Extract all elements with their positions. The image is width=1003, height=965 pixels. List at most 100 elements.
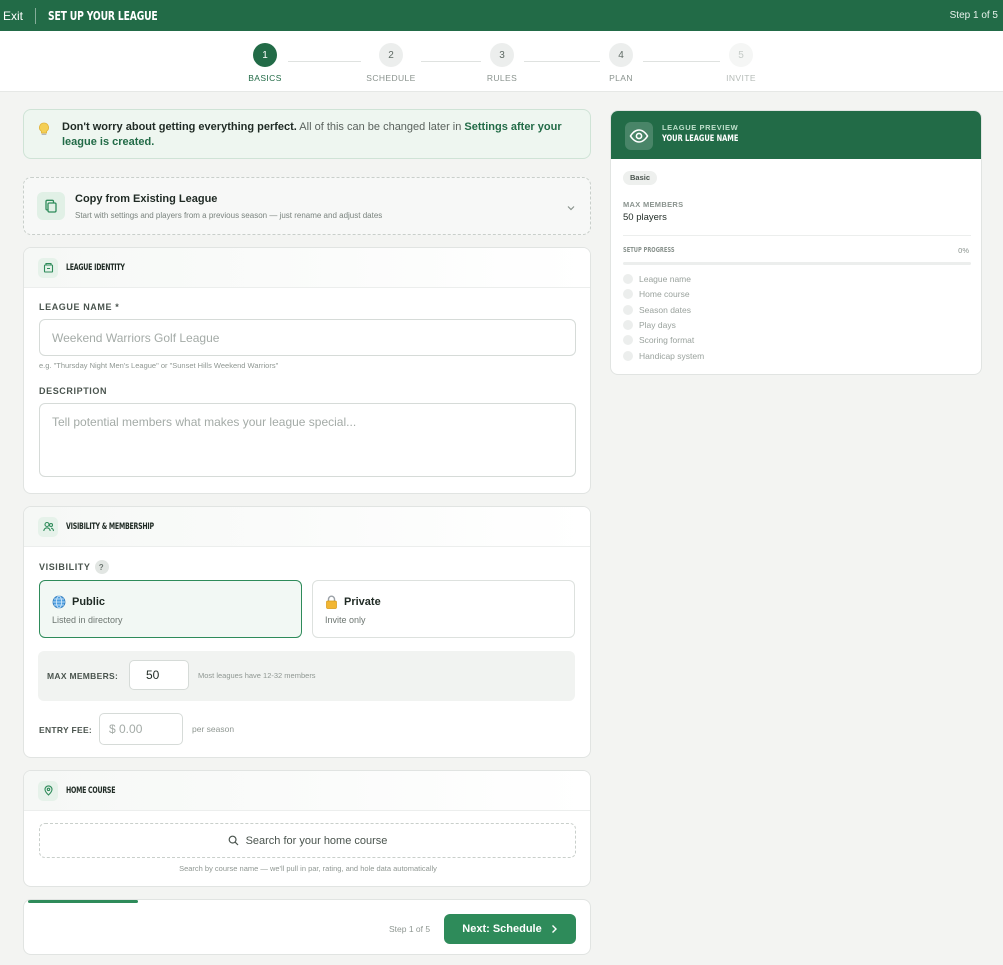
home-course-card: HOME COURSE Search for your home course … [23, 770, 591, 887]
stepper-connector [524, 61, 600, 62]
league-identity-card: LEAGUE IDENTITY LEAGUE NAME * Weekend Wa… [23, 247, 591, 494]
entry-fee-suffix: per season [192, 724, 235, 734]
step-number: 4 [609, 43, 633, 67]
tip-text: Don't worry about getting everything per… [62, 120, 582, 150]
visibility-public-option[interactable]: Public Listed in directory [39, 580, 302, 638]
eye-icon [625, 122, 653, 150]
max-members-input[interactable]: 50 [129, 660, 189, 690]
league-preview-panel: LEAGUE PREVIEW YOUR LEAGUE NAME Basic MA… [610, 110, 982, 375]
users-icon [38, 516, 58, 537]
league-name-hint: e.g. "Thursday Night Men's League" or "S… [39, 361, 279, 370]
setup-progress-label: SETUP PROGRESS [623, 246, 675, 254]
search-icon [228, 835, 238, 846]
building-icon [38, 257, 58, 278]
checklist-label: League name [639, 274, 691, 284]
stepper-connector [643, 61, 720, 62]
preview-kicker: LEAGUE PREVIEW [662, 123, 739, 132]
wizard-stepper: 1 BASICS 2 SCHEDULE 3 RULES 4 PLAN 5 INV… [0, 31, 1003, 92]
home-course-search[interactable]: Search for your home course [39, 823, 576, 858]
step-label: BASICS [248, 73, 282, 83]
checklist-item: League name [623, 274, 691, 284]
step-invite: 5 INVITE [711, 43, 771, 83]
chevron-right-icon [551, 925, 557, 933]
description-textarea[interactable]: Tell potential members what makes your l… [39, 403, 576, 477]
lightbulb-icon [38, 122, 50, 140]
checklist-dot [623, 305, 633, 315]
copy-subtitle: Start with settings and players from a p… [75, 211, 383, 220]
step-label: RULES [486, 73, 518, 83]
step-label: INVITE [726, 73, 756, 83]
step-label: PLAN [609, 73, 633, 83]
visibility-label-text: VISIBILITY [39, 562, 91, 572]
copy-existing-league[interactable]: Copy from Existing League Start with set… [23, 177, 591, 235]
visibility-label: VISIBILITY ? [39, 560, 109, 574]
next-schedule-button[interactable]: Next: Schedule [444, 914, 576, 944]
visibility-membership-card: VISIBILITY & MEMBERSHIP VISIBILITY ? Pub… [23, 506, 591, 758]
step-rules[interactable]: 3 RULES [472, 43, 532, 83]
preview-league-name: YOUR LEAGUE NAME [662, 134, 739, 144]
top-bar: Exit SET UP YOUR LEAGUE Step 1 of 5 [0, 0, 1003, 31]
checklist-dot [623, 335, 633, 345]
wizard-footer: Step 1 of 5 Next: Schedule [23, 899, 591, 955]
tip-body: All of this can be changed later in [296, 121, 465, 133]
stepper-connector [288, 61, 361, 62]
checklist-dot [623, 289, 633, 299]
checklist-dot [623, 274, 633, 284]
step-label: SCHEDULE [366, 73, 416, 83]
checklist-dot [623, 320, 633, 330]
step-plan[interactable]: 4 PLAN [591, 43, 651, 83]
step-number: 1 [253, 43, 277, 67]
visibility-private-option[interactable]: Private Invite only [312, 580, 575, 638]
checklist-label: Season dates [639, 305, 691, 315]
footer-step-text: Step 1 of 5 [389, 924, 431, 934]
option-subtitle: Listed in directory [52, 615, 123, 625]
option-subtitle: Invite only [325, 615, 366, 625]
step-schedule[interactable]: 2 SCHEDULE [361, 43, 421, 83]
wizard-progress-bar [28, 900, 138, 903]
checklist-label: Handicap system [639, 351, 705, 361]
exit-button[interactable]: Exit [0, 7, 37, 24]
copy-title: Copy from Existing League [75, 193, 218, 205]
checklist-item: Season dates [623, 305, 691, 315]
step-number: 5 [729, 43, 753, 67]
max-members-label: MAX MEMBERS: [47, 671, 119, 681]
tip-banner: Don't worry about getting everything per… [23, 109, 591, 159]
page-title: SET UP YOUR LEAGUE [48, 8, 158, 23]
checklist-item: Home course [623, 289, 690, 299]
description-label: DESCRIPTION [39, 386, 108, 396]
lock-icon [326, 595, 337, 609]
preview-max-members-value: 50 players [623, 212, 667, 223]
setup-progress-value: 0% [958, 246, 969, 255]
league-name-input[interactable]: Weekend Warriors Golf League [39, 319, 576, 356]
checklist-item: Scoring format [623, 335, 694, 345]
checklist-item: Handicap system [623, 351, 704, 361]
preview-header: LEAGUE PREVIEW YOUR LEAGUE NAME [611, 111, 981, 159]
help-icon[interactable]: ? [94, 560, 109, 574]
copy-icon [37, 192, 65, 220]
plan-badge: Basic [623, 171, 658, 185]
option-title: Private [325, 595, 381, 609]
checklist-label: Play days [639, 320, 676, 330]
checklist-dot [623, 351, 633, 361]
home-course-search-label: Search for your home course [245, 834, 388, 847]
step-number: 3 [490, 43, 514, 67]
tip-lead: Don't worry about getting everything per… [62, 121, 297, 133]
section-title: VISIBILITY & MEMBERSHIP [66, 521, 154, 532]
divider [623, 235, 971, 236]
league-name-label: LEAGUE NAME * [39, 302, 120, 312]
option-title-text: Private [344, 596, 381, 608]
location-pin-icon [38, 780, 58, 801]
card-header: VISIBILITY & MEMBERSHIP [24, 507, 590, 547]
section-title: LEAGUE IDENTITY [66, 262, 125, 273]
setup-progress-bar [623, 262, 971, 265]
checklist-label: Home course [639, 289, 690, 299]
home-course-hint: Search by course name — we'll pull in pa… [179, 864, 437, 873]
step-basics[interactable]: 1 BASICS [235, 43, 295, 83]
step-counter: Step 1 of 5 [949, 10, 998, 21]
section-title: HOME COURSE [66, 785, 116, 796]
globe-icon [52, 595, 66, 609]
option-title: Public [52, 595, 105, 609]
entry-fee-input[interactable]: $ 0.00 [99, 713, 183, 745]
entry-fee-label: ENTRY FEE: [39, 725, 93, 735]
chevron-down-icon [566, 200, 576, 218]
